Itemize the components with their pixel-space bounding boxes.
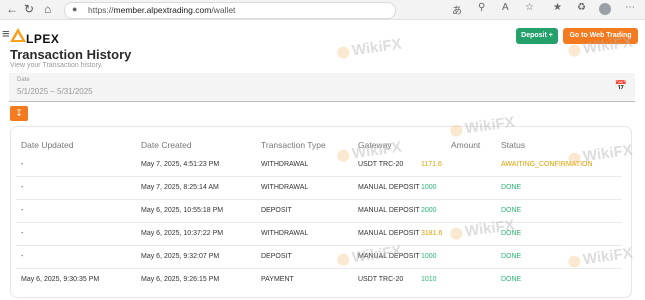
cell-amount: 1010 <box>421 276 437 283</box>
cell-status: DONE <box>501 253 522 260</box>
header-transaction-type: Transaction Type <box>261 140 326 150</box>
cell-gateway: USDT TRC-20 <box>358 276 404 283</box>
cell-date-created: May 6, 2025, 10:37:22 PM <box>141 230 224 237</box>
cell-status: DONE <box>501 276 522 283</box>
download-button[interactable]: ↧ <box>10 106 28 121</box>
extensions-icon[interactable]: ♻ <box>577 2 586 13</box>
url-text: https://member.alpextrading.com/wallet <box>88 5 236 15</box>
header-amount: Amount <box>451 140 481 150</box>
back-arrow-icon[interactable]: ← <box>6 2 18 16</box>
cell-amount: 1000 <box>421 184 437 191</box>
cell-gateway: MANUAL DEPOSIT <box>358 230 420 237</box>
favorite-star-icon[interactable]: ☆ <box>525 2 534 13</box>
profile-avatar[interactable] <box>599 3 611 15</box>
cell-transaction-type: DEPOSIT <box>261 253 292 260</box>
cell-date-created: May 6, 2025, 9:32:07 PM <box>141 253 220 260</box>
table-row: - May 7, 2025, 4:51:23 PM WITHDRAWAL USD… <box>16 153 622 177</box>
address-bar[interactable]: ● https://member.alpextrading.com/wallet <box>64 2 396 19</box>
cell-amount: 2000 <box>421 207 437 214</box>
cell-date-updated: - <box>21 253 24 260</box>
cell-transaction-type: WITHDRAWAL <box>261 184 309 191</box>
cell-date-created: May 7, 2025, 8:25:14 AM <box>141 184 219 191</box>
favorites-icon[interactable]: ★ <box>553 2 562 13</box>
cell-date-updated: - <box>21 184 24 191</box>
cell-gateway: USDT TRC-20 <box>358 161 404 168</box>
translate-icon[interactable]: あ <box>452 2 462 17</box>
table-row: - May 7, 2025, 8:25:14 AM WITHDRAWAL MAN… <box>16 176 622 200</box>
deposit-button[interactable]: Deposit + <box>516 28 558 44</box>
more-menu-icon[interactable]: ⋯ <box>625 2 635 13</box>
home-icon[interactable]: ⌂ <box>44 2 51 16</box>
table-row: May 6, 2025, 9:30:35 PM May 6, 2025, 9:2… <box>16 268 622 291</box>
cell-amount: 3181.6 <box>421 230 443 237</box>
browser-toolbar: ← ↻ ⌂ ● https://member.alpextrading.com/… <box>0 0 645 20</box>
table-row: - May 6, 2025, 10:37:22 PM WITHDRAWAL MA… <box>16 222 622 246</box>
cell-transaction-type: PAYMENT <box>261 276 294 283</box>
watermark: WikiFX <box>336 36 403 62</box>
cell-date-created: May 6, 2025, 10:55:18 PM <box>141 207 224 214</box>
calendar-icon[interactable]: 📅 <box>615 81 627 92</box>
hamburger-menu-icon[interactable]: ≡ <box>2 26 10 41</box>
cell-transaction-type: WITHDRAWAL <box>261 230 309 237</box>
cell-amount: 1000 <box>421 253 437 260</box>
cell-gateway: MANUAL DEPOSIT <box>358 184 420 191</box>
cell-date-updated: May 6, 2025, 9:30:35 PM <box>21 276 100 283</box>
header-date-created: Date Created <box>141 140 192 150</box>
cell-amount: 1171.6 <box>421 161 442 168</box>
page-subtitle: View your Transaction history. <box>10 62 103 69</box>
cell-date-updated: - <box>21 207 24 214</box>
cell-date-created: May 7, 2025, 4:51:23 PM <box>141 161 220 168</box>
download-icon: ↧ <box>15 108 23 118</box>
read-aloud-icon[interactable]: A <box>502 2 509 13</box>
cell-gateway: MANUAL DEPOSIT <box>358 207 420 214</box>
date-label: Date <box>17 77 30 83</box>
table-row: - May 6, 2025, 10:55:18 PM DEPOSIT MANUA… <box>16 199 622 223</box>
header-status: Status <box>501 140 526 150</box>
alpex-logo-icon <box>10 28 26 42</box>
brand-name: LPEX <box>26 32 60 46</box>
lock-icon: ● <box>72 4 78 14</box>
reload-icon[interactable]: ↻ <box>24 2 34 16</box>
zoom-icon[interactable]: ⚲ <box>478 2 485 13</box>
table-row: - May 6, 2025, 9:32:07 PM DEPOSIT MANUAL… <box>16 245 622 269</box>
page-title: Transaction History <box>10 47 132 62</box>
cell-transaction-type: WITHDRAWAL <box>261 161 309 168</box>
header-date-updated: Date Updated <box>21 140 74 150</box>
cell-status: DONE <box>501 207 522 214</box>
cell-date-updated: - <box>21 161 24 168</box>
cell-status: DONE <box>501 184 522 191</box>
cell-date-created: May 6, 2025, 9:26:15 PM <box>141 276 220 283</box>
cell-transaction-type: DEPOSIT <box>261 207 292 214</box>
date-range-field[interactable]: Date 5/1/2025 – 5/31/2025 📅 <box>9 73 635 102</box>
date-range-value: 5/1/2025 – 5/31/2025 <box>17 87 93 96</box>
cell-date-updated: - <box>21 230 24 237</box>
